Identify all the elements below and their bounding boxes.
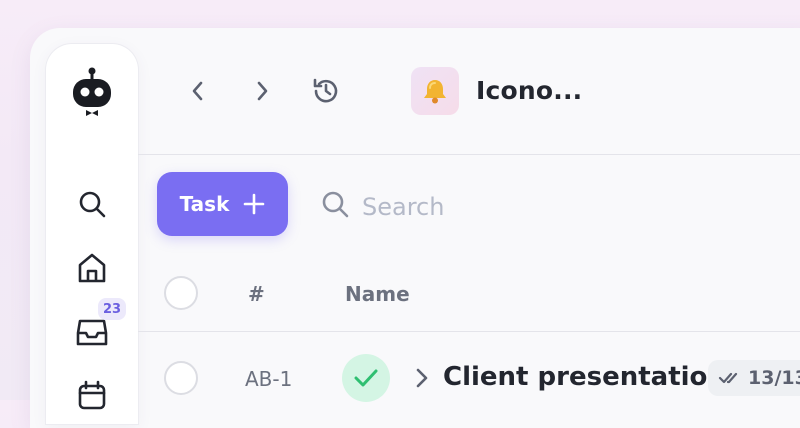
calendar-icon[interactable] <box>46 380 138 410</box>
inbox-icon[interactable] <box>46 316 138 348</box>
header-divider <box>138 154 800 155</box>
plus-icon <box>244 193 265 215</box>
chevron-right-icon <box>416 368 428 388</box>
search-input[interactable] <box>360 186 544 228</box>
inbox-count-badge: 23 <box>98 298 126 320</box>
subtask-count: 13/13 <box>748 367 800 389</box>
table-header-divider <box>138 331 800 332</box>
bell-icon <box>424 80 446 104</box>
search-icon[interactable] <box>46 188 138 220</box>
search-field-icon <box>320 189 350 223</box>
sidebar <box>46 44 138 424</box>
home-icon[interactable] <box>46 252 138 284</box>
subtask-progress-chip[interactable]: 13/13 <box>708 360 800 396</box>
add-task-button[interactable]: Task <box>157 172 288 236</box>
column-header-name[interactable]: Name <box>345 282 410 306</box>
history-icon <box>313 78 338 103</box>
forward-button[interactable] <box>247 76 277 106</box>
expand-row-button[interactable] <box>414 366 430 394</box>
app-title: Icono... <box>476 76 583 105</box>
column-header-number[interactable]: # <box>248 282 265 306</box>
check-icon <box>354 369 378 387</box>
status-done-button[interactable] <box>342 354 390 402</box>
double-check-icon <box>718 372 738 384</box>
row-id: AB-1 <box>245 367 293 391</box>
history-button[interactable] <box>311 76 341 106</box>
back-button[interactable] <box>183 76 213 106</box>
chevron-left-icon <box>192 81 203 101</box>
app-icon[interactable] <box>411 67 459 115</box>
select-all-checkbox[interactable] <box>164 276 198 310</box>
chevron-right-icon <box>257 81 268 101</box>
task-name[interactable]: Client presentation <box>443 362 726 392</box>
row-checkbox[interactable] <box>164 361 198 395</box>
robot-logo-icon[interactable] <box>46 66 138 118</box>
add-task-label: Task <box>179 192 230 216</box>
